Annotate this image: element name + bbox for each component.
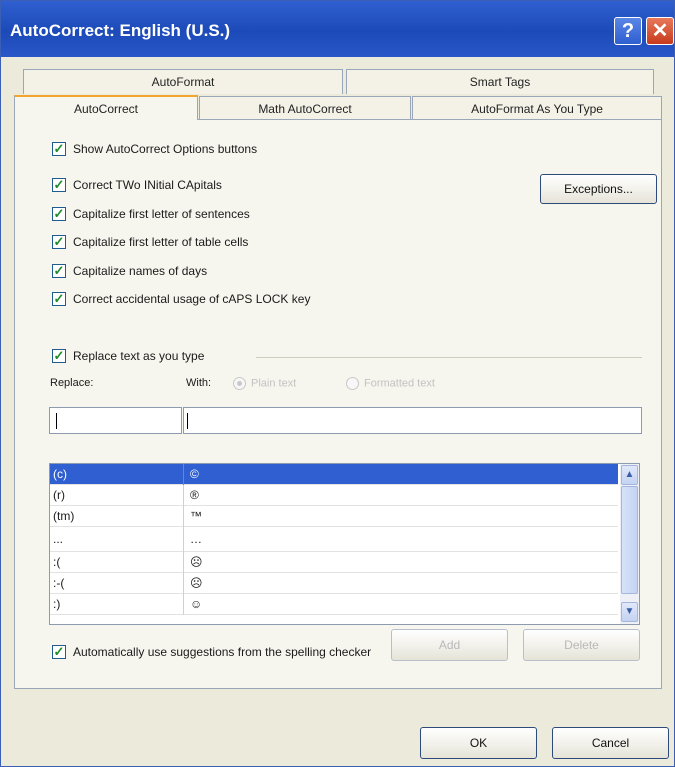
tab-autoformat[interactable]: AutoFormat [23, 69, 343, 94]
list-item[interactable]: :-( ☹ [50, 573, 618, 594]
show-options-buttons-option[interactable]: ✓ Show AutoCorrect Options buttons [52, 142, 257, 156]
entry-with: ☺ [190, 597, 203, 611]
entry-with: ™ [190, 509, 202, 523]
capitalize-days-label: Capitalize names of days [73, 264, 208, 278]
column-divider [183, 552, 184, 573]
autocorrect-entries-list[interactable]: (c) © (r) ® (tm) ™ ... … :( ☹ :-( ☹:) ☺… [49, 463, 640, 625]
tab-math-autocorrect[interactable]: Math AutoCorrect [199, 96, 411, 121]
column-divider [183, 594, 184, 615]
correct-two-initial-checkbox[interactable]: ✓ [52, 178, 66, 192]
capitalize-sentences-option[interactable]: ✓ Capitalize first letter of sentences [52, 207, 250, 221]
entry-with: … [190, 532, 202, 546]
column-divider [183, 464, 184, 485]
text-caret [56, 413, 57, 429]
list-item[interactable]: (tm) ™ [50, 506, 618, 527]
text-caret [187, 413, 188, 429]
capitalize-table-cells-checkbox[interactable]: ✓ [52, 235, 66, 249]
entry-with: ☹ [190, 576, 203, 590]
column-divider [183, 527, 184, 552]
tab-smart-tags[interactable]: Smart Tags [346, 69, 654, 94]
capitalize-days-checkbox[interactable]: ✓ [52, 264, 66, 278]
dialog-title: AutoCorrect: English (U.S.) [10, 21, 231, 40]
help-button[interactable]: ? [614, 17, 642, 45]
replace-input[interactable] [49, 407, 182, 434]
correct-two-initial-option[interactable]: ✓ Correct TWo INitial CApitals [52, 178, 222, 192]
close-button[interactable]: ✕ [646, 17, 674, 45]
capitalize-table-cells-option[interactable]: ✓ Capitalize first letter of table cells [52, 235, 248, 249]
auto-suggestions-checkbox[interactable]: ✓ [52, 645, 66, 659]
capitalize-days-option[interactable]: ✓ Capitalize names of days [52, 264, 207, 278]
entry-with: ☹ [190, 555, 203, 569]
formatted-text-label: Formatted text [364, 377, 435, 390]
exceptions-button[interactable]: Exceptions... [540, 174, 657, 204]
entry-with: ® [190, 488, 199, 502]
list-item[interactable]: ... … [50, 527, 618, 552]
auto-suggestions-label: Automatically use suggestions from the s… [73, 645, 372, 659]
column-divider [183, 573, 184, 594]
caps-lock-label: Correct accidental usage of cAPS LOCK ke… [73, 292, 311, 306]
tab-autoformat-as-you-type[interactable]: AutoFormat As You Type [412, 96, 662, 121]
scroll-thumb[interactable] [621, 486, 638, 594]
entry-replace: :) [53, 597, 61, 611]
title-bar: AutoCorrect: English (U.S.) ? ✕ [1, 1, 674, 57]
entry-replace: (tm) [53, 509, 75, 523]
entry-replace: :-( [53, 576, 65, 590]
capitalize-sentences-checkbox[interactable]: ✓ [52, 207, 66, 221]
replace-text-checkbox[interactable]: ✓ [52, 349, 66, 363]
correct-two-initial-label: Correct TWo INitial CApitals [73, 178, 222, 192]
list-item[interactable]: :( ☹ [50, 552, 618, 573]
capitalize-table-cells-label: Capitalize first letter of table cells [73, 235, 249, 249]
ok-button[interactable]: OK [420, 727, 537, 759]
delete-button[interactable]: Delete [523, 629, 640, 661]
replace-label: Replace: [50, 377, 94, 389]
list-item[interactable]: :) ☺ [50, 594, 618, 615]
caps-lock-option[interactable]: ✓ Correct accidental usage of cAPS LOCK … [52, 292, 310, 306]
scroll-up-icon[interactable]: ▲ [621, 465, 638, 485]
column-divider [183, 485, 184, 506]
auto-suggestions-option[interactable]: ✓ Automatically use suggestions from the… [52, 645, 371, 659]
formatted-text-option[interactable]: Formatted text [346, 377, 435, 390]
list-item[interactable]: (r) ® [50, 485, 618, 506]
scroll-down-icon[interactable]: ▼ [621, 602, 638, 622]
show-options-buttons-checkbox[interactable]: ✓ [52, 142, 66, 156]
autocorrect-dialog: AutoCorrect: English (U.S.) ? ✕ AutoForm… [0, 0, 675, 767]
list-item[interactable]: (c) © [50, 464, 618, 485]
replace-text-option[interactable]: ✓ Replace text as you type [52, 349, 204, 363]
capitalize-sentences-label: Capitalize first letter of sentences [73, 207, 250, 221]
with-label: With: [186, 377, 212, 389]
caps-lock-checkbox[interactable]: ✓ [52, 292, 66, 306]
entry-replace: :( [53, 555, 61, 569]
entry-with: © [190, 467, 199, 481]
tab-autocorrect[interactable]: AutoCorrect [14, 95, 198, 120]
list-scrollbar[interactable]: ▲ ▼ [620, 464, 639, 624]
show-options-buttons-label: Show AutoCorrect Options buttons [73, 142, 258, 156]
plain-text-option[interactable]: Plain text [233, 377, 296, 390]
entry-replace: (c) [53, 467, 67, 481]
formatted-text-radio[interactable] [346, 377, 359, 390]
entry-replace: ... [53, 532, 64, 546]
group-separator [256, 357, 642, 358]
with-input[interactable] [183, 407, 642, 434]
cancel-button[interactable]: Cancel [552, 727, 669, 759]
entry-replace: (r) [53, 488, 65, 502]
replace-text-label: Replace text as you type [73, 349, 205, 363]
plain-text-radio[interactable] [233, 377, 246, 390]
column-divider [183, 506, 184, 527]
add-button[interactable]: Add [391, 629, 508, 661]
plain-text-label: Plain text [251, 377, 297, 390]
